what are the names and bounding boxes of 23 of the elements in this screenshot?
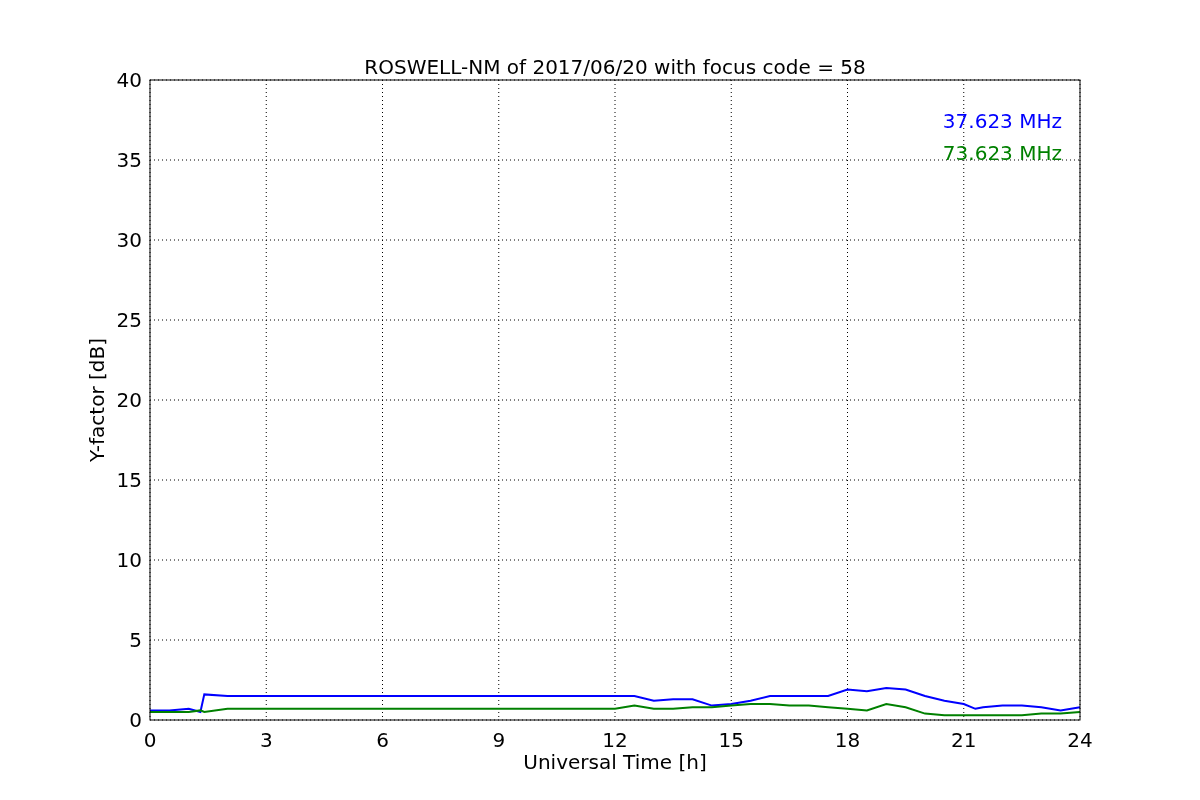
y-tick-label: 25	[116, 308, 142, 332]
y-tick-label: 0	[129, 708, 142, 732]
x-axis-label: Universal Time [h]	[523, 750, 707, 774]
legend-label: 37.623 MHz	[942, 109, 1062, 133]
legend-label: 73.623 MHz	[942, 141, 1062, 165]
y-tick-label: 30	[116, 228, 142, 252]
y-tick-label: 35	[116, 148, 142, 172]
y-axis-label: Y-factor [dB]	[85, 338, 109, 462]
x-tick-label: 0	[143, 728, 157, 752]
x-tick-label: 15	[718, 728, 744, 752]
x-tick-label: 18	[834, 728, 861, 752]
y-tick-label: 40	[116, 68, 142, 92]
chart-title: ROSWELL-NM of 2017/06/20 with focus code = 58	[364, 55, 866, 79]
x-tick-label: 12	[602, 728, 628, 752]
x-tick-label: 6	[376, 728, 389, 752]
y-tick-label: 15	[116, 468, 142, 492]
y-tick-label: 10	[116, 548, 142, 572]
y-tick-label: 20	[116, 388, 142, 412]
x-tick-label: 24	[1067, 728, 1093, 752]
y-tick-label: 5	[129, 628, 142, 652]
x-tick-label: 3	[259, 728, 273, 752]
x-tick-label: 9	[492, 728, 506, 752]
x-tick-label: 21	[951, 728, 977, 752]
